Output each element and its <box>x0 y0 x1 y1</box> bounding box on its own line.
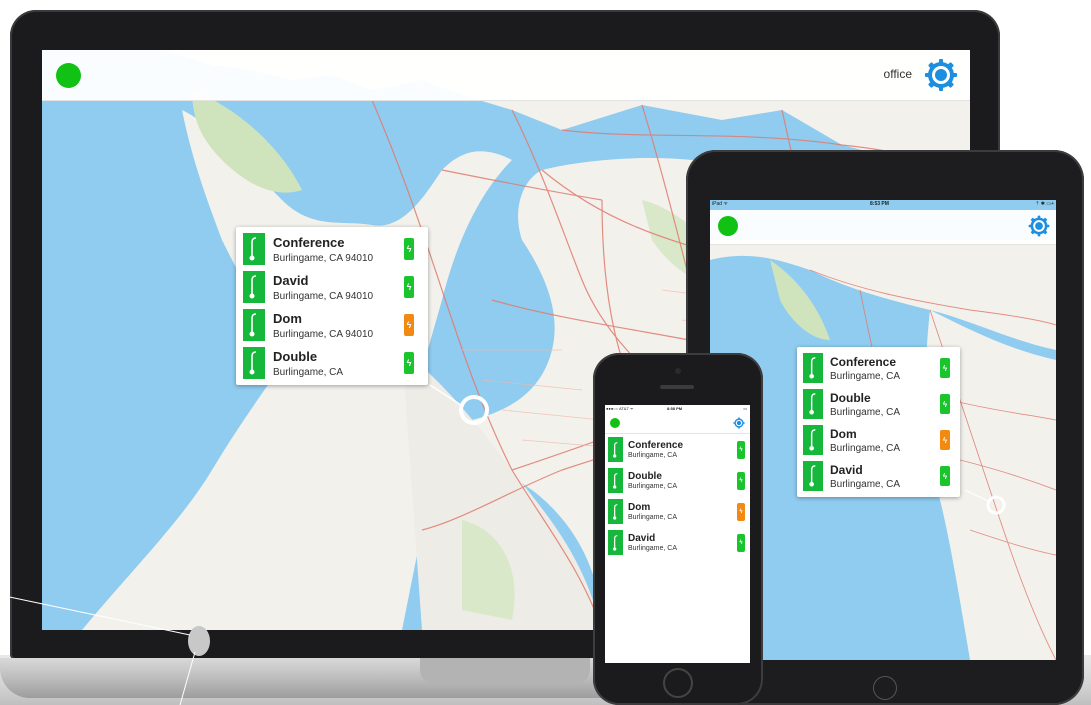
robot-device-icon <box>243 271 265 303</box>
device-list-popup: Conference Burlingame, CA 94010 ϟ David … <box>236 227 428 385</box>
device-row-dom[interactable]: Dom Burlingame, CA 94010 ϟ <box>236 306 428 344</box>
battery-charging-icon: ϟ <box>404 352 414 374</box>
battery-charging-icon: ϟ <box>737 440 745 459</box>
location-label[interactable]: office <box>884 67 912 81</box>
status-carrier: iPad ᯤ <box>712 201 728 207</box>
app-bar: office <box>42 50 970 101</box>
device-name: Double <box>273 348 318 364</box>
robot-device-icon <box>803 461 823 491</box>
device-row-double[interactable]: Double Burlingame, CA ϟ <box>236 344 428 382</box>
device-row-conference[interactable]: Conference Burlingame, CA ϟ <box>605 434 750 465</box>
device-name: David <box>628 533 656 544</box>
robot-device-icon <box>243 347 265 379</box>
iphone-camera <box>675 368 681 374</box>
robot-device-icon <box>803 425 823 455</box>
status-time: 8:53 PM <box>870 201 889 207</box>
ipad-home-button[interactable] <box>873 676 897 700</box>
status-carrier: ●●●○○ AT&T ᯤ <box>606 406 634 411</box>
ipad-status-bar: iPad ᯤ 8:53 PM ⇡ ✱ ▭+ <box>710 200 1056 210</box>
iphone-speaker <box>660 385 694 389</box>
battery-charging-icon: ϟ <box>404 276 414 298</box>
device-location: Burlingame, CA <box>830 442 901 454</box>
battery-low-charging-icon: ϟ <box>940 430 950 450</box>
device-location: Burlingame, CA <box>628 452 678 459</box>
iphone-status-bar: ●●●○○ AT&T ᯤ 8:58 PM ▭ <box>605 405 750 413</box>
device-row-david[interactable]: David Burlingame, CA ϟ <box>797 458 960 494</box>
device-list: Conference Burlingame, CA ϟ Double Burli… <box>605 434 750 558</box>
robot-device-icon <box>608 499 623 524</box>
device-location: Burlingame, CA 94010 <box>273 290 374 302</box>
device-name: Dom <box>830 426 857 441</box>
gear-icon[interactable] <box>1028 215 1050 237</box>
gear-icon[interactable] <box>733 417 745 429</box>
device-name: Double <box>830 390 871 405</box>
laptop-hinge-notch <box>420 658 590 684</box>
battery-charging-icon: ϟ <box>940 466 950 486</box>
device-location: Burlingame, CA <box>628 514 678 521</box>
device-name: David <box>830 462 863 477</box>
status-battery: ⇡ ✱ ▭+ <box>1035 201 1054 207</box>
status-dot-icon[interactable] <box>56 63 81 88</box>
device-row-dom[interactable]: Dom Burlingame, CA ϟ <box>797 422 960 458</box>
status-dot-icon[interactable] <box>718 216 738 236</box>
device-row-conference[interactable]: Conference Burlingame, CA 94010 ϟ <box>236 230 428 268</box>
battery-charging-icon: ϟ <box>737 471 745 490</box>
device-location: Burlingame, CA <box>830 478 901 490</box>
device-location: Burlingame, CA <box>273 366 344 378</box>
gear-icon[interactable] <box>924 58 958 92</box>
robot-device-icon <box>608 530 623 555</box>
robot-device-icon <box>608 437 623 462</box>
iphone-home-button[interactable] <box>663 668 693 698</box>
device-row-double[interactable]: Double Burlingame, CA ϟ <box>605 465 750 496</box>
location-marker <box>459 395 489 425</box>
device-row-david[interactable]: David Burlingame, CA 94010 ϟ <box>236 268 428 306</box>
robot-device-icon <box>243 309 265 341</box>
device-row-conference[interactable]: Conference Burlingame, CA ϟ <box>797 350 960 386</box>
device-name: Double <box>628 471 662 482</box>
robot-device-icon <box>608 468 623 493</box>
device-location: Burlingame, CA <box>628 483 678 490</box>
status-battery: ▭ <box>743 406 747 411</box>
app-bar <box>710 210 1056 245</box>
device-row-double[interactable]: Double Burlingame, CA ϟ <box>797 386 960 422</box>
device-location: Burlingame, CA 94010 <box>273 328 374 340</box>
status-time: 8:58 PM <box>667 406 683 411</box>
robot-device-icon <box>803 389 823 419</box>
battery-charging-icon: ϟ <box>940 358 950 378</box>
robot-device-icon <box>803 353 823 383</box>
device-name: David <box>273 272 309 288</box>
device-list-popup: Conference Burlingame, CA ϟ Double Burli… <box>797 347 960 497</box>
device-name: Conference <box>830 354 897 369</box>
device-location: Burlingame, CA 94010 <box>273 252 374 264</box>
battery-low-charging-icon: ϟ <box>404 314 414 336</box>
device-row-dom[interactable]: Dom Burlingame, CA ϟ <box>605 496 750 527</box>
iphone-screen: ●●●○○ AT&T ᯤ 8:58 PM ▭ Conference Burlin… <box>605 405 750 663</box>
device-location: Burlingame, CA <box>830 370 901 382</box>
app-bar <box>605 413 750 434</box>
battery-low-charging-icon: ϟ <box>737 502 745 521</box>
battery-charging-icon: ϟ <box>737 533 745 552</box>
device-location: Burlingame, CA <box>628 545 678 552</box>
battery-charging-icon: ϟ <box>404 238 414 260</box>
status-dot-icon[interactable] <box>610 418 620 428</box>
battery-charging-icon: ϟ <box>940 394 950 414</box>
pointer-callout-lines <box>0 594 196 705</box>
device-name: Dom <box>628 502 651 513</box>
device-location: Burlingame, CA <box>830 406 901 418</box>
robot-device-icon <box>243 233 265 265</box>
device-name: Conference <box>273 234 345 250</box>
device-name: Dom <box>273 310 302 326</box>
device-name: Conference <box>628 440 684 451</box>
device-row-david[interactable]: David Burlingame, CA ϟ <box>605 527 750 558</box>
